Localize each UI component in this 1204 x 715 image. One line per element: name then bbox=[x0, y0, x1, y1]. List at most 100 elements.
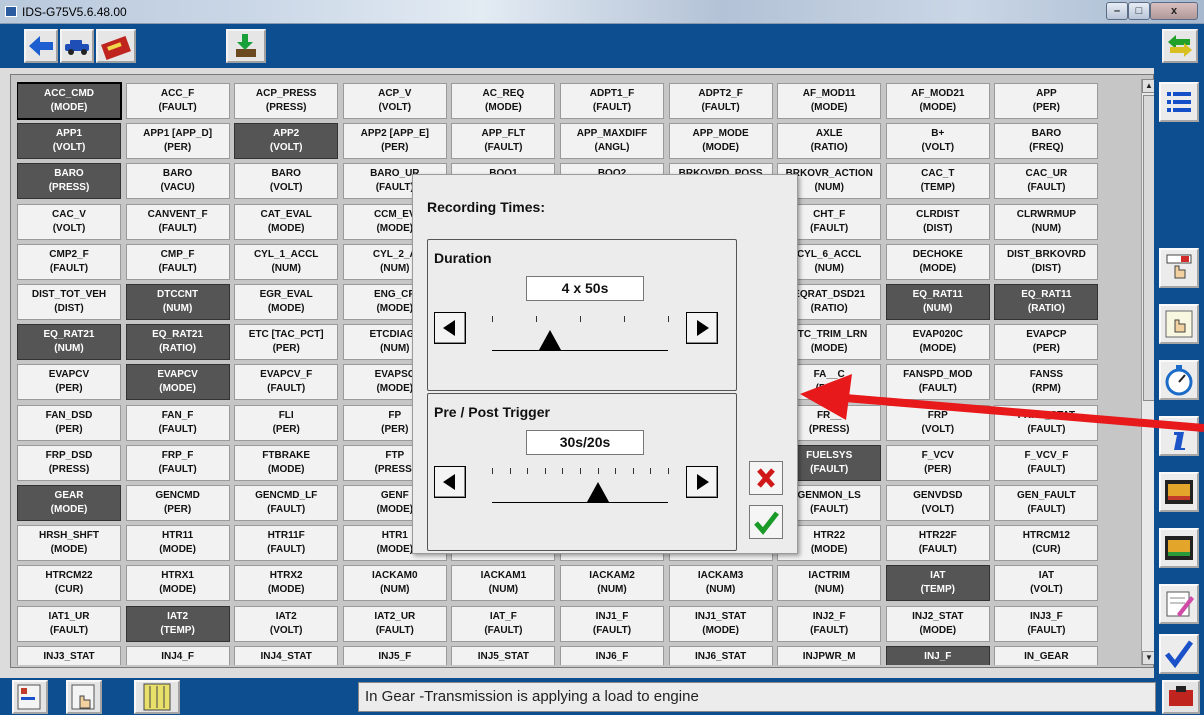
pid-button[interactable]: HTRX2 (MODE) bbox=[234, 565, 339, 602]
pid-button[interactable]: INJ2_F (FAULT) bbox=[777, 605, 882, 642]
pid-button[interactable]: IAT2_UR (FAULT) bbox=[342, 605, 447, 642]
list-button[interactable] bbox=[1159, 82, 1199, 122]
pid-button[interactable]: HTRCM22 (CUR) bbox=[17, 565, 121, 602]
pid-button[interactable]: HRSH_SHFT (MODE) bbox=[17, 525, 121, 562]
duration-decrease-button[interactable] bbox=[434, 312, 466, 344]
ok-button[interactable] bbox=[749, 505, 783, 539]
pid-button[interactable]: FRPC_STAT (FAULT) bbox=[994, 404, 1099, 441]
vehicle-button[interactable] bbox=[60, 29, 94, 63]
pid-button[interactable]: ACC_CMD (MODE) bbox=[17, 82, 122, 120]
pid-button[interactable]: APP_FLT (FAULT) bbox=[451, 123, 556, 160]
pid-button[interactable]: APP2 [APP_E] (PER) bbox=[342, 123, 447, 160]
pid-button[interactable]: IACKAM0 (NUM) bbox=[342, 565, 447, 602]
meter-button[interactable] bbox=[1159, 248, 1199, 288]
pid-button[interactable]: ACP_PRESS (PRESS) bbox=[234, 83, 339, 119]
pid-button[interactable]: APP2 (VOLT) bbox=[234, 123, 339, 160]
pid-button[interactable]: EVAPCP (PER) bbox=[994, 324, 1099, 361]
pid-button[interactable]: DIST_BRKOVRD (DIST) bbox=[994, 243, 1099, 280]
pid-button[interactable]: IAT (TEMP) bbox=[885, 565, 990, 602]
pid-button[interactable]: GENCMD (PER) bbox=[125, 485, 230, 521]
pid-button[interactable]: APP (PER) bbox=[994, 83, 1099, 119]
pid-button[interactable]: EGR_EVAL (MODE) bbox=[234, 284, 339, 320]
pid-button[interactable]: INJ4_F (FAULT) bbox=[125, 645, 230, 665]
pid-button[interactable]: INJPWR_M (VOLT) bbox=[777, 645, 882, 665]
data-grid-button[interactable] bbox=[66, 680, 102, 714]
pid-button[interactable]: GENCMD_LF (FAULT) bbox=[234, 485, 339, 521]
pid-button[interactable]: F_VCV (PER) bbox=[885, 444, 990, 481]
pid-button[interactable]: FRP_DSD (PRESS) bbox=[17, 444, 121, 481]
pid-button[interactable]: HTRCM12 (CUR) bbox=[994, 525, 1099, 562]
notepad-button[interactable] bbox=[1159, 584, 1199, 624]
pid-button[interactable]: CAT_EVAL (MODE) bbox=[234, 203, 339, 240]
pid-button[interactable]: INJ6_STAT (MODE) bbox=[668, 645, 773, 665]
maximize-button[interactable]: □ bbox=[1128, 2, 1150, 20]
duration-slider[interactable] bbox=[492, 310, 669, 370]
download-button[interactable] bbox=[226, 29, 266, 63]
pid-button[interactable]: ADPT2_F (FAULT) bbox=[668, 83, 773, 119]
pid-button[interactable]: CLRWRMUP (NUM) bbox=[994, 203, 1099, 240]
pid-button[interactable]: EQ_RAT11 (RATIO) bbox=[994, 284, 1099, 320]
pid-button[interactable]: IACKAM1 (NUM) bbox=[451, 565, 556, 602]
pid-button[interactable]: IAT2 (VOLT) bbox=[234, 605, 339, 642]
duration-slider-thumb[interactable] bbox=[539, 330, 562, 350]
pid-button[interactable]: EQ_RAT21 (NUM) bbox=[17, 324, 121, 361]
pid-button[interactable]: IAT2 (TEMP) bbox=[125, 605, 230, 642]
pid-button[interactable]: INJ4_STAT (MODE) bbox=[234, 645, 339, 665]
pid-button[interactable]: CANVENT_F (FAULT) bbox=[125, 203, 230, 240]
pid-button[interactable]: AF_MOD21 (MODE) bbox=[885, 83, 990, 119]
cancel-button[interactable] bbox=[749, 461, 783, 495]
pid-button[interactable]: AXLE (RATIO) bbox=[777, 123, 882, 160]
pid-button[interactable]: FTBRAKE (MODE) bbox=[234, 444, 339, 481]
pid-button[interactable]: IAT (VOLT) bbox=[994, 565, 1099, 602]
pid-button[interactable]: FLI (PER) bbox=[234, 404, 339, 441]
close-button[interactable]: x bbox=[1150, 2, 1198, 20]
pid-button[interactable]: GEN_FAULT (FAULT) bbox=[994, 485, 1099, 521]
pid-button[interactable]: CMP2_F (FAULT) bbox=[17, 243, 121, 280]
toolbox-button[interactable] bbox=[96, 29, 136, 63]
trigger-decrease-button[interactable] bbox=[434, 466, 466, 498]
pid-button[interactable]: BARO (VACU) bbox=[125, 163, 230, 200]
pid-button[interactable]: EVAPCV (PER) bbox=[17, 364, 121, 401]
pid-button[interactable]: BARO (PRESS) bbox=[17, 163, 121, 200]
pid-button[interactable]: CMP_F (FAULT) bbox=[125, 243, 230, 280]
pid-button[interactable]: FANSPD_MOD (FAULT) bbox=[885, 364, 990, 401]
trigger-slider-thumb[interactable] bbox=[586, 482, 609, 502]
pid-button[interactable]: CAC_UR (FAULT) bbox=[994, 163, 1099, 200]
pid-button[interactable]: HTRX1 (MODE) bbox=[125, 565, 230, 602]
pid-button[interactable]: DIST_TOT_VEH (DIST) bbox=[17, 284, 121, 320]
pid-button[interactable]: HTR22F (FAULT) bbox=[885, 525, 990, 562]
pid-button[interactable]: INJ3_F (FAULT) bbox=[994, 605, 1099, 642]
pid-button[interactable]: APP_MODE (MODE) bbox=[668, 123, 773, 160]
confirm-sidebar-button[interactable] bbox=[1159, 634, 1199, 674]
pid-select-button[interactable] bbox=[1159, 304, 1199, 344]
pid-button[interactable]: INJ_F (FAULT) bbox=[885, 645, 990, 665]
pid-button[interactable]: INJ6_F (FAULT) bbox=[560, 645, 664, 665]
pid-button[interactable]: IACKAM2 (NUM) bbox=[560, 565, 664, 602]
pid-button[interactable]: BARO (FREQ) bbox=[994, 123, 1099, 160]
pid-button[interactable]: CAC_T (TEMP) bbox=[885, 163, 990, 200]
info-button[interactable] bbox=[1159, 416, 1199, 456]
exit-button[interactable] bbox=[1162, 680, 1200, 714]
pid-button[interactable]: FRP (VOLT) bbox=[885, 404, 990, 441]
pid-button[interactable]: IAT_F (FAULT) bbox=[451, 605, 556, 642]
pid-button[interactable]: GENVDSD (VOLT) bbox=[885, 485, 990, 521]
pid-button[interactable]: FRP_F (FAULT) bbox=[125, 444, 230, 481]
pid-button[interactable]: HTR11F (FAULT) bbox=[234, 525, 339, 562]
pid-button[interactable]: FANSS (RPM) bbox=[994, 364, 1099, 401]
monitor-grid-button[interactable] bbox=[134, 680, 180, 714]
open-file-button[interactable] bbox=[1159, 472, 1199, 512]
trigger-increase-button[interactable] bbox=[686, 466, 718, 498]
pid-button[interactable]: FAN_F (FAULT) bbox=[125, 404, 230, 441]
back-button[interactable] bbox=[24, 29, 58, 63]
trigger-slider[interactable] bbox=[492, 462, 669, 522]
pid-button[interactable]: INJ1_F (FAULT) bbox=[560, 605, 664, 642]
pid-button[interactable]: CAC_V (VOLT) bbox=[17, 203, 121, 240]
pid-button[interactable]: AC_REQ (MODE) bbox=[451, 83, 556, 119]
pid-button[interactable]: EQ_RAT21 (RATIO) bbox=[125, 324, 230, 361]
pid-button[interactable]: DTCCNT (NUM) bbox=[125, 284, 230, 320]
minimize-button[interactable]: – bbox=[1106, 2, 1128, 20]
pid-button[interactable]: HTR11 (MODE) bbox=[125, 525, 230, 562]
pid-button[interactable]: IN_GEAR (MODE) bbox=[994, 645, 1099, 665]
pid-button[interactable]: EVAP020C (MODE) bbox=[885, 324, 990, 361]
report-button[interactable] bbox=[12, 680, 48, 714]
